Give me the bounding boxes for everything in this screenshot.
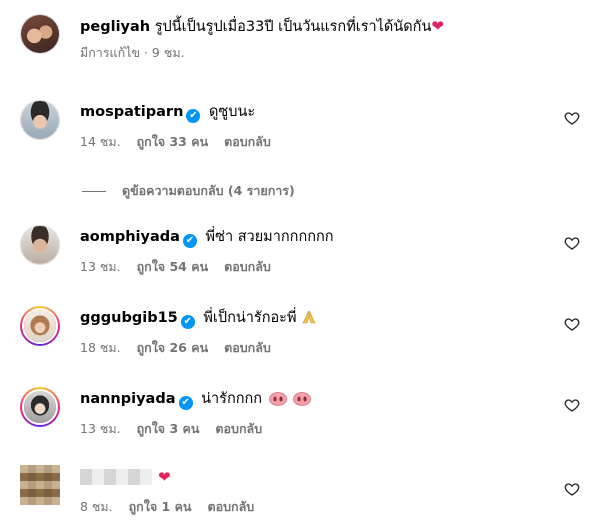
verified-badge-icon: ✔ (182, 234, 197, 248)
comment-username[interactable]: mospatiparn (80, 104, 183, 120)
comment-likes[interactable]: ถูกใจ 33 คน (137, 134, 209, 149)
comment-username[interactable]: gggubgib15 (80, 310, 178, 326)
reply-button[interactable]: ตอบกลับ (224, 340, 271, 355)
comment-time[interactable]: 18 ชม. (80, 340, 121, 355)
comment: nannpiyada ✔ น่ารักกกก 13 ชม. ถูกใจ 3 คน … (20, 387, 580, 439)
avatar[interactable] (20, 387, 60, 427)
view-replies-button[interactable]: ดูข้อความตอบกลับ (4 รายการ) (82, 181, 295, 201)
comment-text: พี่เป็กน่ารักอะพี่ (203, 310, 297, 326)
heart-emoji-icon: ❤ (158, 468, 171, 486)
caption: pegliyah รูปนี้เป็นรูปเมื่อ33ปี เป็นวันแ… (20, 14, 580, 63)
comment: ❤ 8 ชม. ถูกใจ 1 คน ตอบกลับ (20, 465, 580, 517)
heart-emoji-icon: ❤ (431, 17, 444, 35)
comment: aomphiyada ✔ พี่ซ่า สวยมากกกกกก 13 ชม. ถู… (20, 225, 580, 277)
blurred-username (80, 469, 152, 485)
comment-username[interactable]: nannpiyada (80, 391, 176, 407)
avatar[interactable] (20, 225, 60, 265)
comment-likes[interactable]: ถูกใจ 54 คน (137, 259, 209, 274)
like-heart-icon[interactable] (564, 110, 580, 126)
avatar[interactable] (20, 14, 60, 54)
caption-username[interactable]: pegliyah (80, 19, 150, 35)
folded-hands-icon (302, 310, 316, 324)
like-heart-icon[interactable] (564, 235, 580, 251)
like-heart-icon[interactable] (564, 481, 580, 497)
like-heart-icon[interactable] (564, 316, 580, 332)
comment-text: น่ารักกกก (201, 391, 263, 407)
avatar[interactable] (20, 306, 60, 346)
divider (82, 190, 106, 192)
comment-likes[interactable]: ถูกใจ 1 คน (129, 499, 192, 514)
comment-time[interactable]: 8 ชม. (80, 499, 113, 514)
comment-time[interactable]: 13 ชม. (80, 259, 121, 274)
comment-text: ดูซูบนะ (209, 104, 256, 120)
reply-button[interactable]: ตอบกลับ (207, 499, 254, 514)
pig-nose-icon (293, 392, 312, 406)
comment: gggubgib15 ✔ พี่เป็กน่ารักอะพี่ 18 ชม. ถู… (20, 306, 580, 358)
comment-time[interactable]: 13 ชม. (80, 421, 121, 436)
reply-button[interactable]: ตอบกลับ (224, 134, 271, 149)
verified-badge-icon: ✔ (186, 109, 201, 123)
caption-text: รูปนี้เป็นรูปเมื่อ33ปี เป็นวันแรกที่เราไ… (154, 19, 432, 35)
pig-nose-icon (268, 392, 287, 406)
comment: mospatiparn ✔ ดูซูบนะ 14 ชม. ถูกใจ 33 คน … (20, 100, 580, 152)
comment-time[interactable]: 14 ชม. (80, 134, 121, 149)
verified-badge-icon: ✔ (178, 396, 193, 410)
reply-button[interactable]: ตอบกลับ (224, 259, 271, 274)
avatar[interactable] (20, 100, 60, 140)
caption-meta: มีการแก้ไข · 9 ชม. (80, 45, 185, 60)
comment-username[interactable]: aomphiyada (80, 229, 180, 245)
comment-likes[interactable]: ถูกใจ 26 คน (137, 340, 209, 355)
like-heart-icon[interactable] (564, 397, 580, 413)
view-replies-label: ดูข้อความตอบกลับ (4 รายการ) (122, 183, 295, 198)
comment-text: พี่ซ่า สวยมากกกกกก (205, 229, 334, 245)
reply-button[interactable]: ตอบกลับ (215, 421, 262, 436)
avatar[interactable] (20, 465, 60, 505)
comment-likes[interactable]: ถูกใจ 3 คน (137, 421, 200, 436)
verified-badge-icon: ✔ (180, 315, 195, 329)
